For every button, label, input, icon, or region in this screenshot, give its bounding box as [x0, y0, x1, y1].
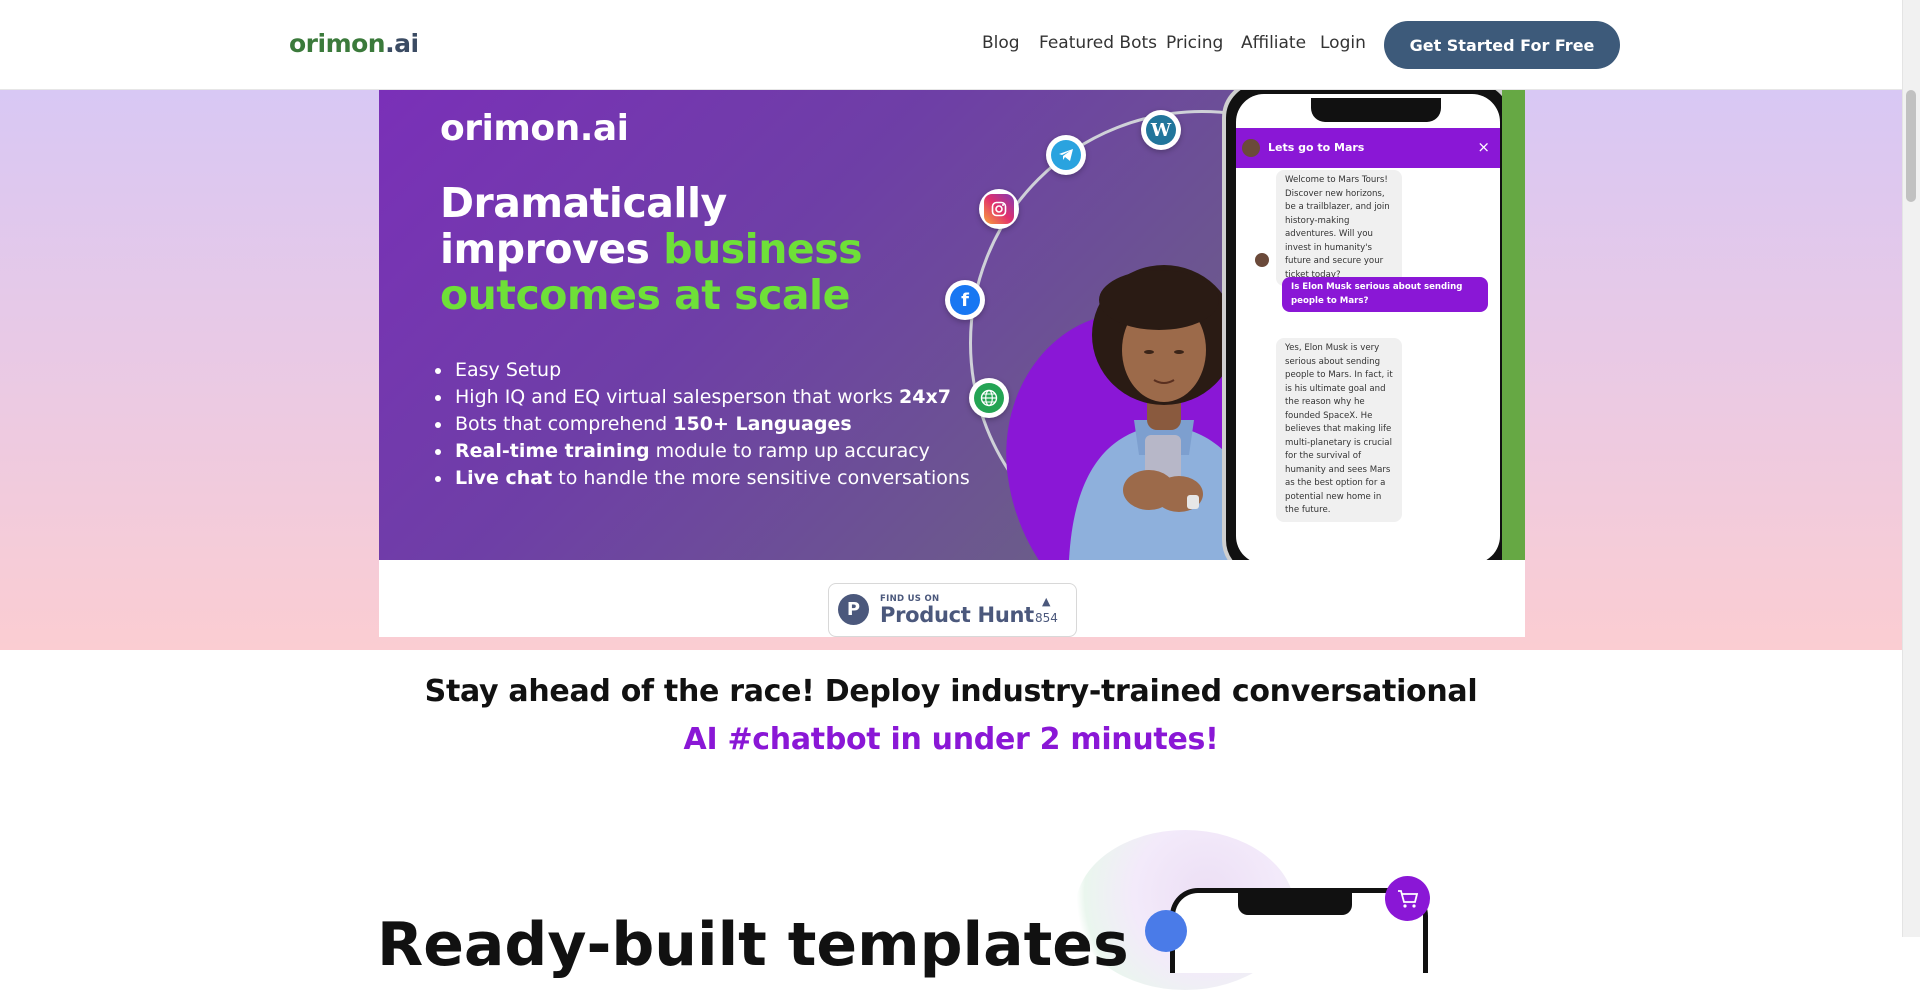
product-hunt-logo-icon: P [838, 594, 869, 625]
globe-icon [969, 378, 1009, 418]
instagram-icon [979, 189, 1019, 229]
feature-list: Easy Setup High IQ and EQ virtual salesp… [433, 357, 970, 492]
section-title: Ready-built templates [377, 910, 1129, 980]
product-hunt-badge[interactable]: P FIND US ON Product Hunt ▲ 854 [828, 583, 1077, 637]
bot-message: Yes, Elon Musk is very serious about sen… [1276, 338, 1402, 522]
banner-logo: orimon.ai [440, 108, 629, 149]
banner-edge [1502, 90, 1525, 560]
feature-item: Live chat to handle the more sensitive c… [453, 465, 970, 492]
tagline-line-2: AI #chatbot in under 2 minutes! [683, 722, 1219, 757]
get-started-button[interactable]: Get Started For Free [1384, 21, 1620, 69]
nav-login[interactable]: Login [1320, 33, 1366, 53]
headline-highlight-1: business [663, 225, 863, 273]
chat-close-icon[interactable]: × [1477, 138, 1490, 156]
headline-line-1: Dramatically [440, 179, 727, 227]
feature-item: High IQ and EQ virtual salesperson that … [453, 384, 970, 411]
tagline-line-1: Stay ahead of the race! Deploy industry-… [424, 674, 1478, 709]
chat-header: Lets go to Mars × [1236, 128, 1500, 168]
feature-item: Bots that comprehend 150+ Languages [453, 411, 970, 438]
phone-mockup: Lets go to Mars × Welcome to Mars Tours!… [1222, 90, 1514, 560]
upvote-count: 854 [1035, 611, 1058, 625]
phone-screen: Lets go to Mars × Welcome to Mars Tours!… [1236, 94, 1500, 560]
phone-notch [1311, 98, 1441, 122]
bot-avatar-small [1255, 253, 1269, 267]
headline-highlight-2: outcomes at scale [440, 271, 850, 319]
bot-avatar [1242, 139, 1260, 157]
upvote-arrow-icon: ▲ [1042, 595, 1051, 608]
hero-headline: Dramatically improves business outcomes … [440, 179, 863, 319]
nav-pricing[interactable]: Pricing [1166, 33, 1223, 53]
chat-title: Lets go to Mars [1268, 141, 1365, 154]
user-message: Is Elon Musk serious about sending peopl… [1282, 277, 1488, 312]
feature-item: Easy Setup [453, 357, 970, 384]
car-icon [1145, 910, 1187, 952]
bot-message: Welcome to Mars Tours! Discover new hori… [1276, 170, 1402, 286]
product-hunt-name: Product Hunt [880, 603, 1034, 627]
scrollbar-thumb[interactable] [1906, 90, 1916, 202]
telegram-icon [1046, 135, 1086, 175]
logo-text: orimon [289, 29, 386, 58]
phone-illustration-notch [1238, 891, 1352, 915]
wordpress-icon: W [1141, 110, 1181, 150]
nav-blog[interactable]: Blog [982, 33, 1020, 53]
nav-affiliate[interactable]: Affiliate [1241, 33, 1306, 53]
hero-banner: orimon.ai Dramatically improves business… [379, 90, 1525, 560]
feature-item: Real-time training module to ramp up acc… [453, 438, 970, 465]
nav-featured-bots[interactable]: Featured Bots [1039, 33, 1157, 53]
cart-icon [1385, 876, 1430, 921]
site-logo[interactable]: orimon.ai [289, 29, 419, 58]
logo-suffix: .ai [385, 29, 419, 58]
headline-line-2: improves [440, 225, 664, 273]
site-header: orimon.ai Blog Featured Bots Pricing Aff… [0, 0, 1902, 90]
facebook-icon: f [945, 280, 985, 320]
